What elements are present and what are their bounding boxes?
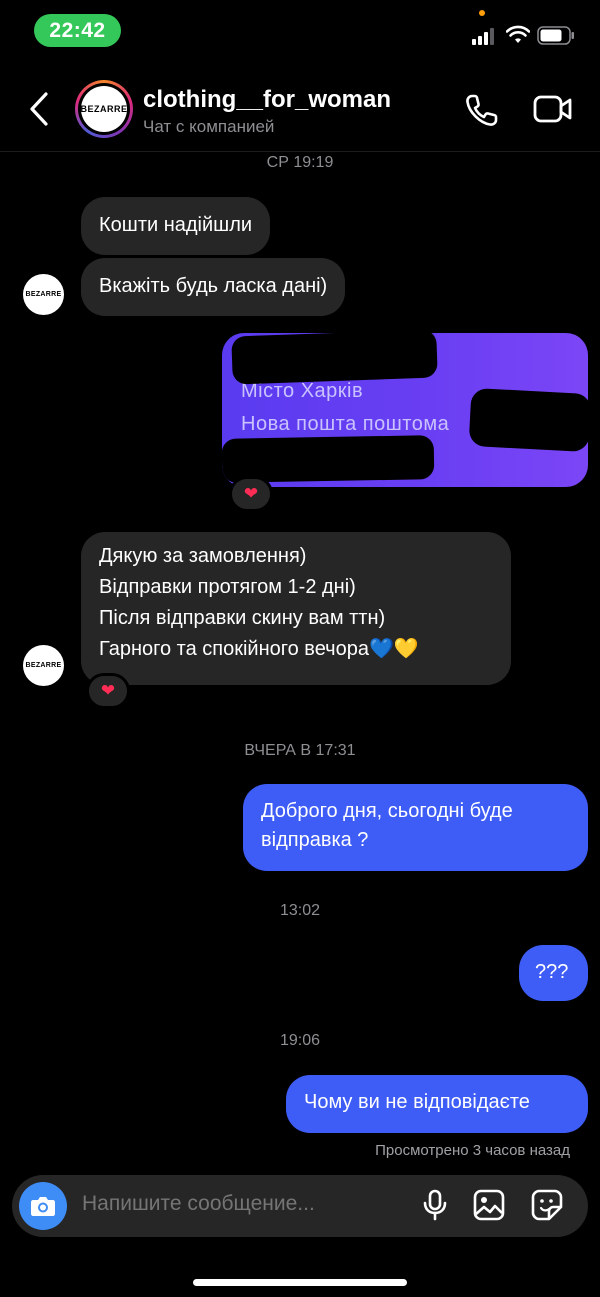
phone-icon[interactable] [463, 93, 499, 129]
chat-header: BEZARRE clothing__for_woman Чат с компан… [0, 60, 600, 152]
heart-reaction-icon[interactable]: ❤ [229, 476, 273, 512]
message-line: Після відправки скину вам ттн) [99, 607, 386, 629]
message-line: Відправки протягом 1-2 дні) [99, 576, 356, 598]
timestamp: ВЧЕРА В 17:31 [244, 742, 356, 759]
camera-button[interactable] [19, 1182, 67, 1230]
outgoing-image-message[interactable]: Місто Харків Нова пошта поштома [222, 333, 588, 487]
home-indicator[interactable] [193, 1279, 407, 1286]
timestamp: СР 19:19 [266, 154, 334, 171]
back-arrow-icon[interactable] [24, 90, 54, 128]
status-time: 22:42 [34, 14, 121, 47]
seen-status: Просмотрено 3 часов назад [375, 1142, 570, 1159]
battery-icon [537, 26, 574, 45]
wifi-icon [506, 25, 530, 43]
outgoing-message[interactable]: ??? [519, 945, 588, 1001]
privacy-indicator-dot [479, 10, 485, 16]
message-composer [12, 1175, 588, 1237]
incoming-message[interactable]: Дякую за замовлення) Відправки протягом … [81, 532, 511, 685]
camera-icon [31, 1197, 55, 1216]
timestamp: 19:06 [279, 1032, 321, 1049]
sticker-icon[interactable] [530, 1188, 564, 1222]
heart-reaction-icon[interactable]: ❤ [86, 673, 130, 709]
microphone-icon[interactable] [418, 1188, 452, 1222]
message-line: відправка ? [261, 829, 369, 851]
image-text-line: Нова пошта поштома [241, 413, 450, 435]
video-icon[interactable] [533, 93, 573, 125]
incoming-message[interactable]: Вкажіть будь ласка дані) [81, 258, 346, 316]
message-line: Доброго дня, сьогодні буде [261, 800, 513, 822]
sender-avatar[interactable]: BEZARRE [23, 645, 64, 686]
message-line: Дякую за замовлення) [99, 545, 307, 567]
message-line: Гарного та спокійного вечора💙💛 [99, 638, 419, 660]
chat-avatar[interactable]: BEZARRE [75, 80, 133, 138]
redaction-mark [468, 387, 588, 453]
outgoing-message[interactable]: Доброго дня, сьогодні буде відправка ? [243, 784, 588, 871]
avatar-logo: BEZARRE [81, 86, 127, 132]
status-bar: 22:42 [0, 0, 600, 60]
incoming-message[interactable]: Кошти надійшли [81, 197, 271, 255]
chat-subtitle: Чат с компанией [143, 117, 275, 136]
gallery-icon[interactable] [472, 1188, 506, 1222]
cellular-signal-icon [472, 27, 498, 45]
timestamp: 13:02 [279, 902, 321, 919]
outgoing-message[interactable]: Чому ви не відповідаєте [286, 1075, 588, 1133]
message-input[interactable] [82, 1192, 402, 1216]
sender-avatar[interactable]: BEZARRE [23, 274, 64, 315]
chat-title[interactable]: clothing__for_woman [143, 86, 391, 114]
redaction-mark [231, 333, 438, 385]
